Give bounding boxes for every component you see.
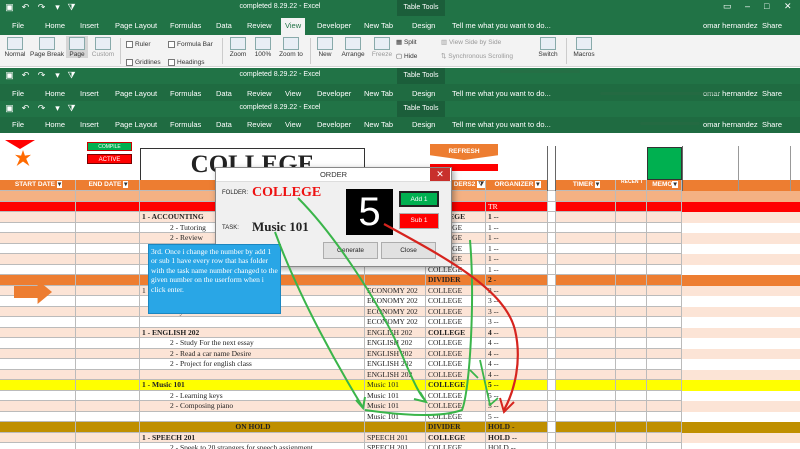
green-arrow-path	[297, 197, 426, 401]
red-arrow-path	[383, 223, 519, 411]
annotation-arrows	[274, 197, 519, 416]
green-arrow-path	[469, 359, 499, 407]
green-arrow-path	[274, 231, 363, 407]
green-arrowhead	[413, 391, 429, 404]
